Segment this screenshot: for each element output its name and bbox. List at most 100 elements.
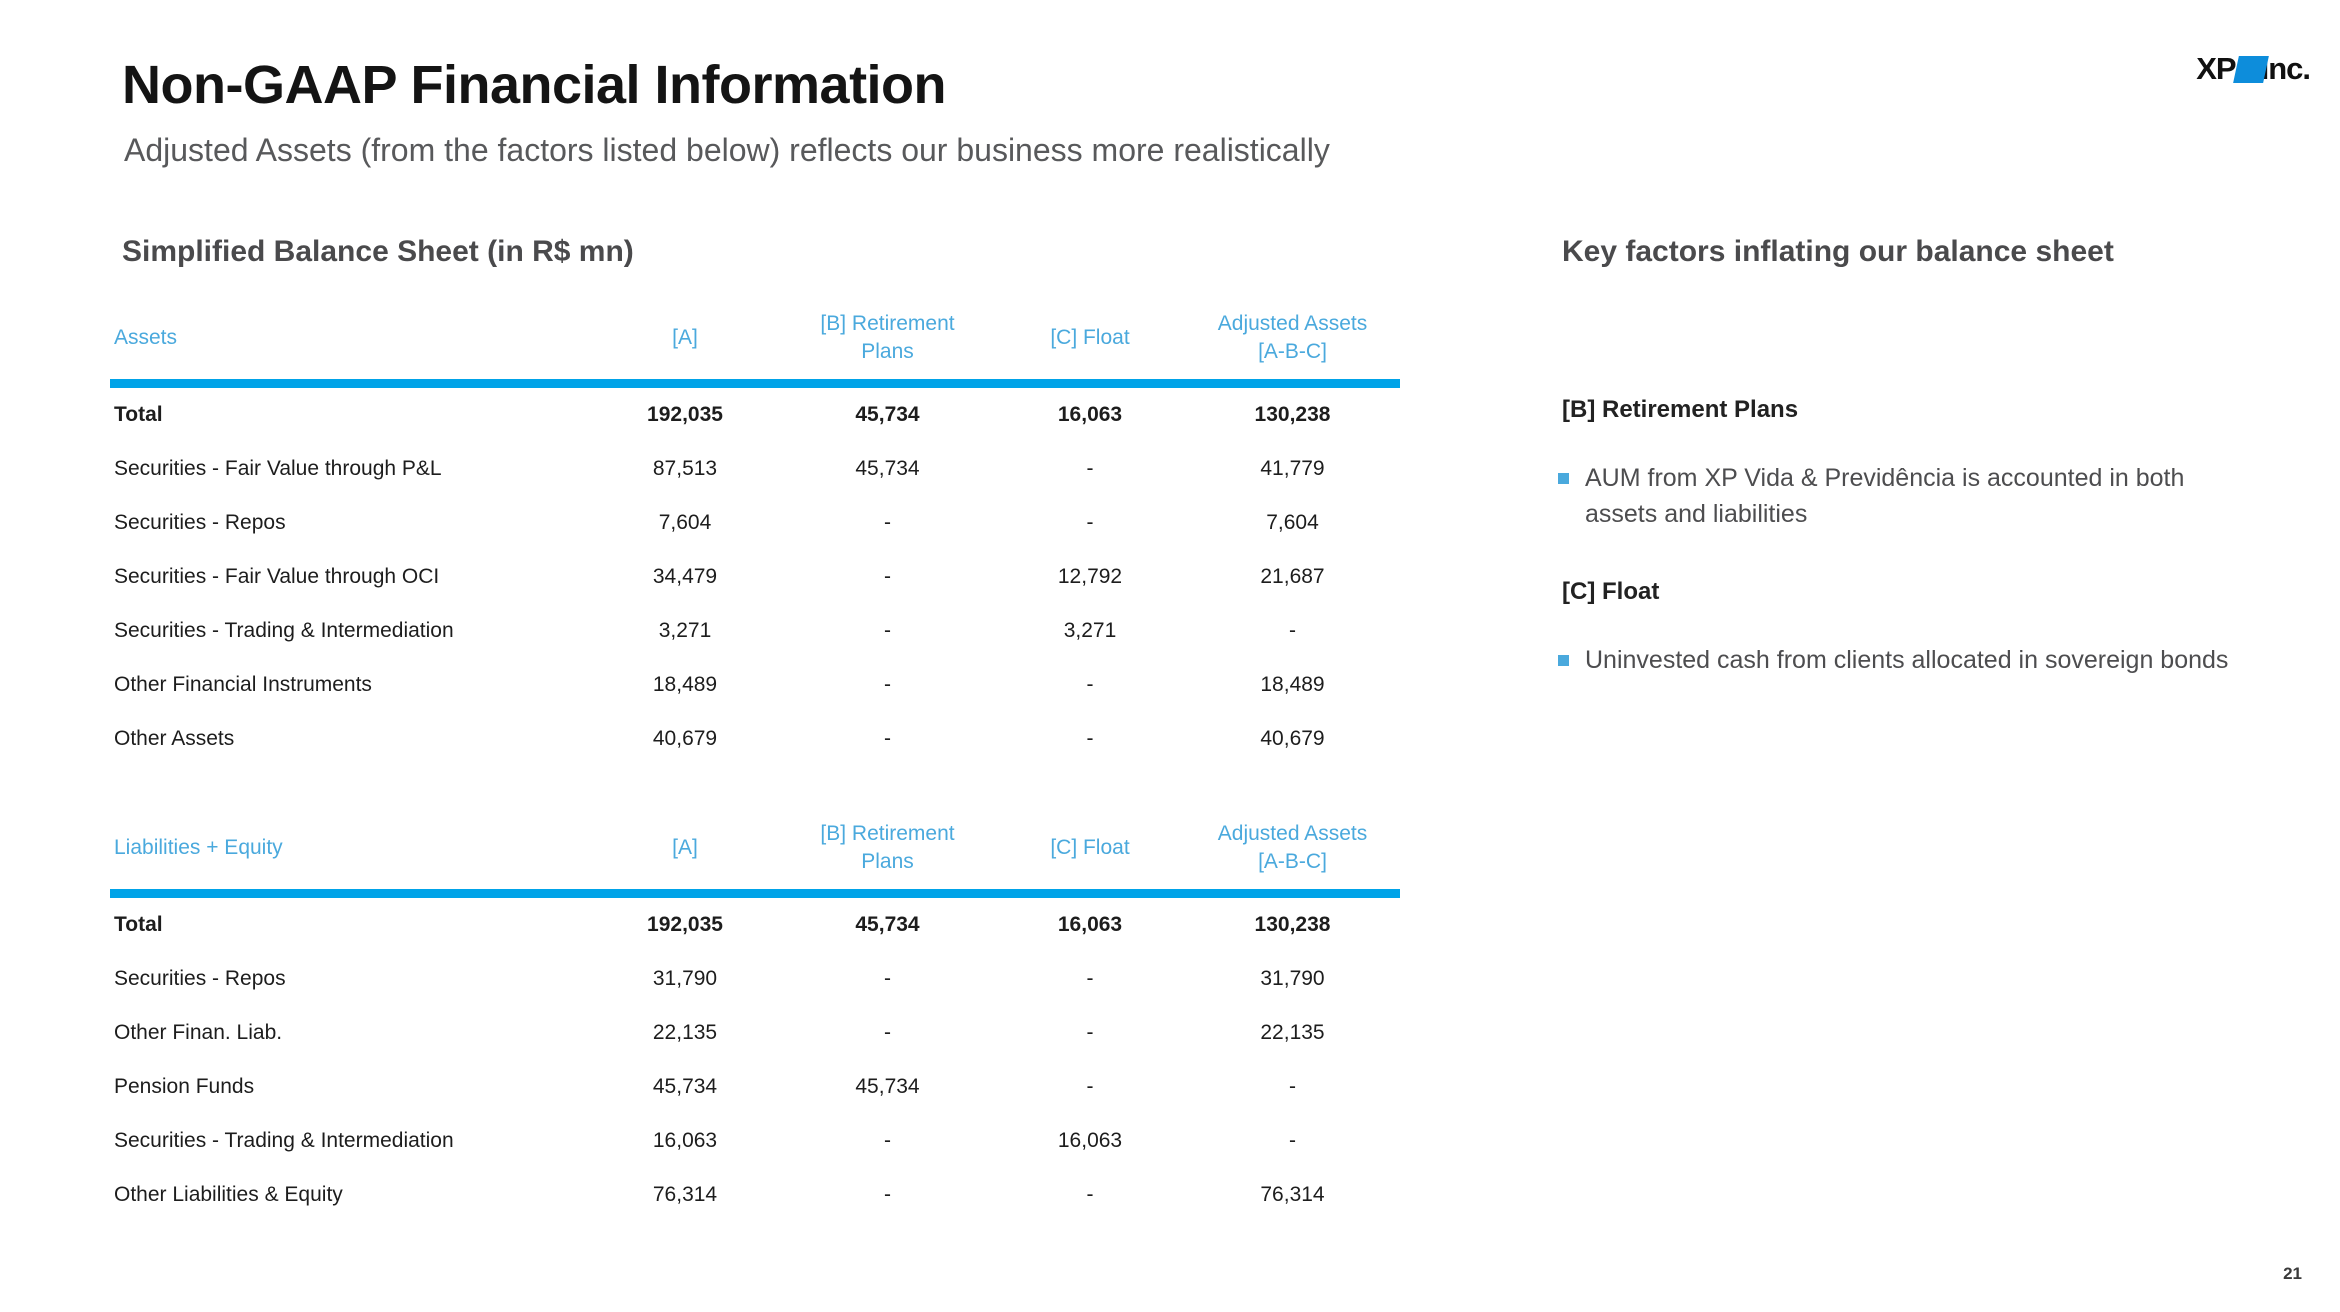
table-header-row: Liabilities + Equity [A] [B] Retirement … — [110, 820, 1400, 889]
cell-a: 18,489 — [652, 672, 718, 696]
cell-retirement-plans: - — [884, 726, 891, 750]
cell-float: - — [1086, 1182, 1094, 1206]
row-label: Securities - Trading & Intermediation — [114, 1128, 454, 1152]
cell-a: 76,314 — [652, 1182, 718, 1206]
cell-a: 31,790 — [652, 966, 718, 990]
cell-float: 16,063 — [1057, 1128, 1123, 1152]
assets-table-body: Total 192,035 45,734 16,063 130,238 Securitie… — [110, 388, 1400, 766]
liabilities-table-body: Total 192,035 45,734 16,063 130,238 Securitie… — [110, 898, 1400, 1222]
cell-retirement-plans: - — [884, 564, 891, 588]
cell-a: 45,734 — [652, 1074, 718, 1098]
assets-table-header: Assets [A] [B] Retirement Plans [C] Floa… — [110, 310, 1400, 388]
cell-float: - — [1086, 1074, 1094, 1098]
row-label: Securities - Fair Value through P&L — [114, 456, 442, 480]
page-subtitle: Adjusted Assets (from the factors listed… — [124, 132, 1330, 168]
row-label: Other Finan. Liab. — [114, 1020, 283, 1044]
cell-adjusted-assets: 41,779 — [1260, 456, 1325, 480]
table-row: Other Liabilities & Equity 76,314 - - 76,314 — [110, 1168, 1400, 1222]
table-row: Securities - Trading & Intermediation 16,… — [110, 1114, 1400, 1168]
cell-adjusted-assets: 7,604 — [1266, 510, 1319, 534]
page-title: Non-GAAP Financial Information — [122, 55, 947, 115]
column-header-a: [A] — [672, 836, 698, 860]
cell-a: 192,035 — [647, 912, 723, 936]
cell-float: 3,271 — [1063, 618, 1117, 642]
rule-cell — [110, 888, 1400, 898]
factor-b-bullet-text: AUM from XP Vida & Previdência is accoun… — [1585, 464, 2185, 529]
assets-table-rule — [110, 378, 1400, 388]
key-factors-heading: Key factors inflating our balance sheet — [1562, 235, 2114, 268]
cell-a: 34,479 — [652, 564, 718, 588]
column-header-assets: Assets — [114, 326, 178, 350]
cell-retirement-plans: - — [884, 618, 891, 642]
table-row: Other Finan. Liab. 22,135 - - 22,135 — [110, 1006, 1400, 1060]
cell-float: - — [1086, 456, 1094, 480]
rule-cell — [110, 378, 1400, 388]
balance-sheet-heading: Simplified Balance Sheet (in R$ mn) — [122, 235, 634, 268]
table-row: Other Financial Instruments 18,489 - - 18,48… — [110, 658, 1400, 712]
factor-b-title: [B] Retirement Plans — [1562, 396, 1799, 423]
table-row: Total 192,035 45,734 16,063 130,238 — [110, 388, 1400, 442]
column-header-float: [C] Float — [1050, 836, 1130, 860]
cell-adjusted-assets: 31,790 — [1260, 966, 1325, 990]
xp-inc-logo: XP Inc. — [2196, 48, 2311, 88]
square-bullet-icon — [1558, 473, 1569, 484]
table-row: Securities - Repos 31,790 - - 31,790 — [110, 952, 1400, 1006]
square-bullet-icon — [1558, 655, 1569, 666]
cell-retirement-plans: 45,734 — [855, 402, 920, 426]
table-row: Pension Funds 45,734 45,734 - - — [110, 1060, 1400, 1114]
accent-rule — [110, 888, 1400, 898]
cell-a: 87,513 — [652, 456, 718, 480]
cell-float: - — [1086, 966, 1094, 990]
cell-a: 3,271 — [658, 618, 712, 642]
column-header-retirement-plans: [B] Retirement Plans — [780, 310, 995, 379]
cell-a: 22,135 — [652, 1020, 718, 1044]
cell-adjusted-assets: 130,238 — [1254, 912, 1331, 936]
column-header-retirement-plans-line2: Plans — [861, 340, 914, 364]
factor-c-bullet-text: Uninvested cash from clients allocated i… — [1585, 646, 2229, 674]
table-row: Securities - Repos 7,604 - - 7,604 — [110, 496, 1400, 550]
row-label: Other Liabilities & Equity — [114, 1182, 343, 1206]
liabilities-table-rule — [110, 888, 1400, 898]
row-label: Securities - Repos — [114, 510, 286, 534]
cell-retirement-plans: - — [884, 1128, 891, 1152]
cell-float: 12,792 — [1057, 564, 1123, 588]
cell-adjusted-assets: - — [1289, 618, 1296, 642]
accent-rule — [110, 378, 1400, 388]
table-row: Securities - Trading & Intermediation 3,2… — [110, 604, 1400, 658]
column-header-adjusted-assets-line1: Adjusted Assets — [1217, 312, 1368, 335]
cell-a: 192,035 — [647, 402, 723, 426]
cell-retirement-plans: 45,734 — [855, 1074, 920, 1098]
cell-retirement-plans: - — [884, 966, 891, 990]
cell-float: - — [1086, 510, 1094, 534]
liabilities-table-header: Liabilities + Equity [A] [B] Retirement … — [110, 820, 1400, 898]
row-label: Pension Funds — [114, 1074, 255, 1098]
column-header-adjusted-assets-line2: [A-B-C] — [1258, 340, 1327, 364]
column-header-float: [C] Float — [1050, 326, 1130, 350]
row-label: Other Financial Instruments — [114, 672, 372, 696]
cell-adjusted-assets: - — [1289, 1128, 1296, 1152]
table-row: Securities - Fair Value through P&L 87,51… — [110, 442, 1400, 496]
column-header-adjusted-assets-line2: [A-B-C] — [1258, 850, 1327, 874]
assets-table: Assets [A] [B] Retirement Plans [C] Floa… — [110, 310, 1400, 766]
row-label: Total — [114, 912, 163, 936]
factor-c-bullet: Uninvested cash from clients allocated i… — [1558, 642, 2238, 678]
liabilities-equity-table: Liabilities + Equity [A] [B] Retirement … — [110, 820, 1400, 1222]
column-header-adjusted-assets: Adjusted Assets [A-B-C] — [1185, 820, 1400, 889]
cell-retirement-plans: - — [884, 510, 891, 534]
logo-slash-mark-icon — [2232, 55, 2269, 83]
column-header-liabilities-equity: Liabilities + Equity — [114, 836, 283, 860]
column-header-a: [A] — [672, 326, 698, 350]
cell-retirement-plans: 45,734 — [855, 456, 920, 480]
table-row: Total 192,035 45,734 16,063 130,238 — [110, 898, 1400, 952]
cell-adjusted-assets: 22,135 — [1260, 1020, 1325, 1044]
cell-float: - — [1086, 726, 1094, 750]
cell-adjusted-assets: 18,489 — [1260, 672, 1325, 696]
cell-float: - — [1086, 1020, 1094, 1044]
cell-a: 40,679 — [652, 726, 718, 750]
cell-adjusted-assets: 76,314 — [1260, 1182, 1325, 1206]
slide: Non-GAAP Financial Information Adjusted … — [0, 0, 2340, 1312]
cell-adjusted-assets: - — [1289, 1074, 1296, 1098]
row-label: Total — [114, 402, 163, 426]
row-label: Other Assets — [114, 726, 235, 750]
row-label: Securities - Fair Value through OCI — [114, 564, 440, 588]
